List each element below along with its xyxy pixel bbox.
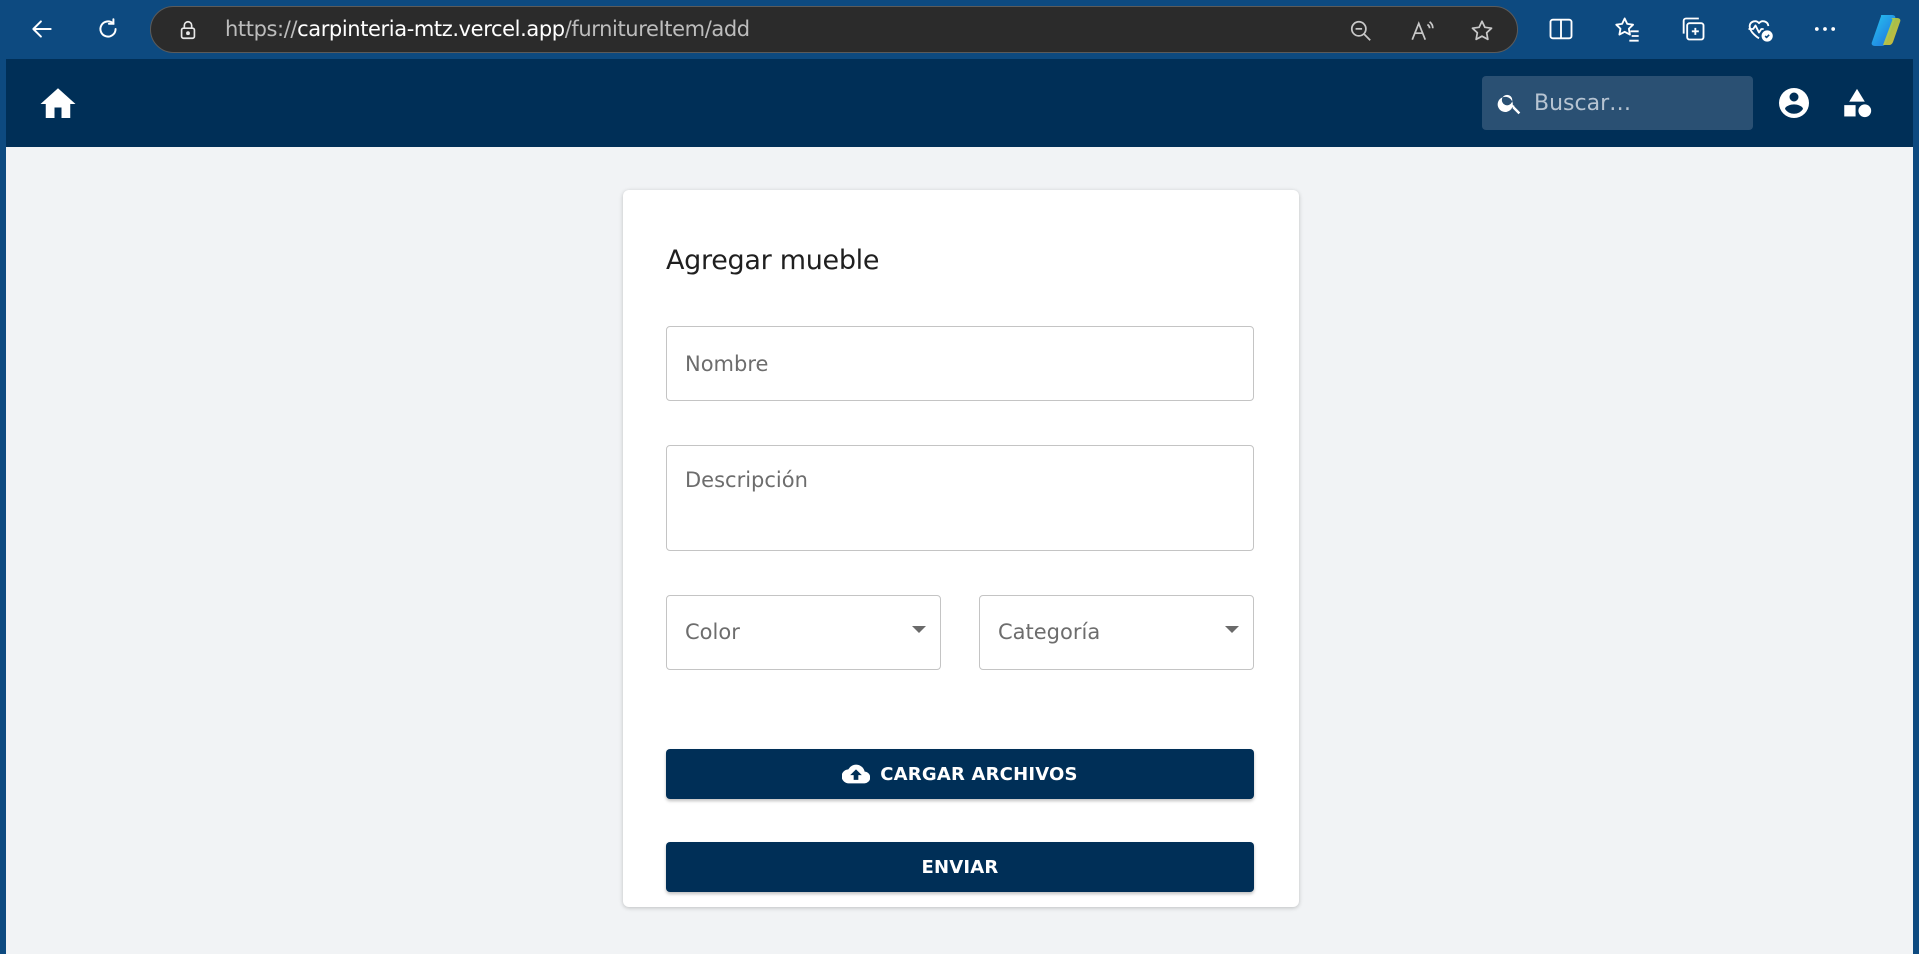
collections-button[interactable] bbox=[1678, 14, 1708, 44]
color-select[interactable]: Color bbox=[666, 595, 941, 670]
name-field[interactable] bbox=[666, 326, 1254, 401]
home-icon bbox=[40, 88, 76, 118]
category-select[interactable]: Categoría bbox=[979, 595, 1254, 670]
collections-icon bbox=[1682, 17, 1705, 41]
favorites-button[interactable] bbox=[1612, 14, 1642, 44]
search-input[interactable] bbox=[1534, 76, 1744, 130]
address-bar[interactable]: https://carpinteria-mtz.vercel.app/furni… bbox=[150, 6, 1518, 53]
chevron-down-icon bbox=[912, 626, 926, 633]
submit-label: ENVIAR bbox=[921, 856, 999, 878]
zoom-out-icon[interactable] bbox=[1348, 18, 1374, 44]
split-screen-button[interactable] bbox=[1546, 14, 1576, 44]
description-field[interactable] bbox=[666, 445, 1254, 551]
submit-button[interactable]: ENVIAR bbox=[666, 842, 1254, 892]
more-icon bbox=[1814, 27, 1836, 31]
cloud-upload-icon bbox=[842, 764, 871, 784]
category-select-label: Categoría bbox=[998, 620, 1101, 644]
home-button[interactable] bbox=[36, 82, 80, 126]
search-icon bbox=[1497, 94, 1521, 115]
account-circle-icon[interactable] bbox=[1776, 85, 1812, 121]
lock-icon[interactable] bbox=[177, 19, 199, 41]
app-header bbox=[6, 59, 1913, 147]
copilot-icon[interactable] bbox=[1866, 10, 1906, 50]
upload-files-button[interactable]: CARGAR ARCHIVOS bbox=[666, 749, 1254, 799]
refresh-icon bbox=[99, 18, 117, 38]
read-aloud-icon[interactable] bbox=[1409, 18, 1435, 44]
browser-essentials-button[interactable] bbox=[1744, 14, 1774, 44]
add-furniture-form: Agregar mueble Color Categoría CARGAR AR… bbox=[623, 190, 1299, 907]
split-screen-icon bbox=[1549, 18, 1573, 40]
upload-files-label: CARGAR ARCHIVOS bbox=[880, 763, 1078, 785]
favorites-list-icon bbox=[1615, 17, 1639, 42]
favorite-star-icon[interactable] bbox=[1469, 18, 1495, 44]
back-icon bbox=[32, 20, 52, 38]
browser-essentials-icon bbox=[1748, 20, 1773, 42]
color-select-label: Color bbox=[685, 620, 740, 644]
category-shapes-icon[interactable] bbox=[1840, 86, 1874, 120]
browser-toolbar: https://carpinteria-mtz.vercel.app/furni… bbox=[0, 0, 1919, 59]
refresh-button[interactable] bbox=[89, 10, 127, 48]
more-button[interactable] bbox=[1810, 14, 1840, 44]
description-input[interactable] bbox=[667, 446, 1253, 550]
back-button[interactable] bbox=[23, 10, 61, 48]
name-input[interactable] bbox=[667, 327, 1253, 400]
chevron-down-icon bbox=[1225, 626, 1239, 633]
page-viewport: Agregar mueble Color Categoría CARGAR AR… bbox=[6, 59, 1913, 954]
form-title: Agregar mueble bbox=[666, 245, 880, 276]
search-box[interactable] bbox=[1482, 76, 1753, 130]
url-text[interactable]: https://carpinteria-mtz.vercel.app/furni… bbox=[225, 7, 750, 54]
